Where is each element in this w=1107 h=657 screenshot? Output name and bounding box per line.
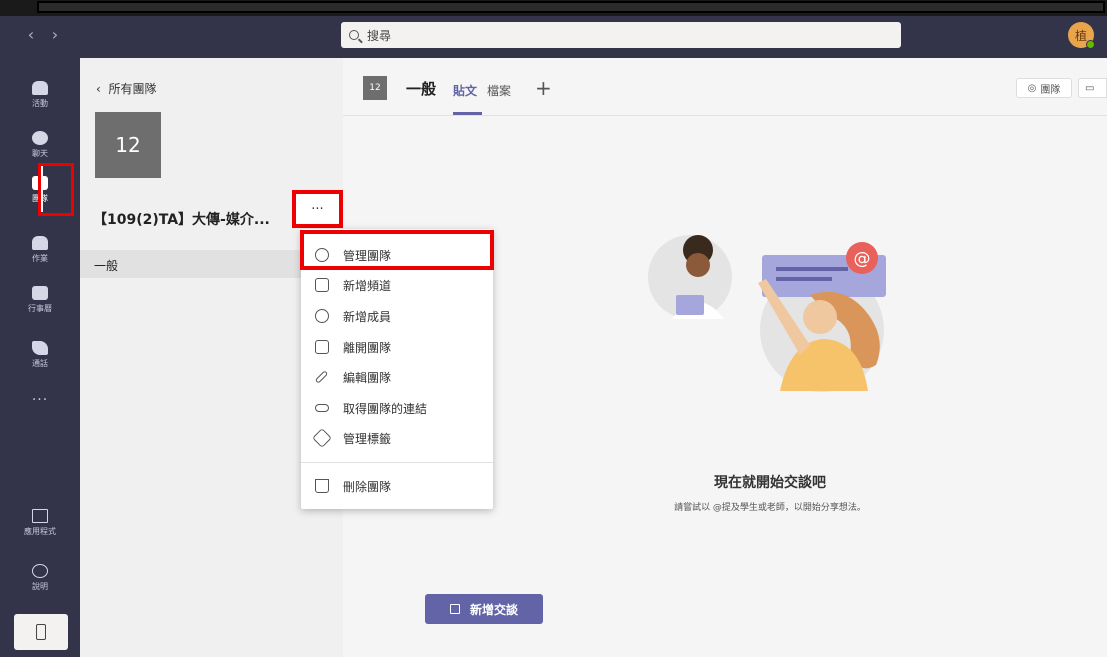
add-channel-icon xyxy=(315,278,329,292)
forward-arrow-icon[interactable]: › xyxy=(46,25,64,45)
all-teams-label: 所有團隊 xyxy=(108,82,157,96)
back-arrow-icon[interactable]: ‹ xyxy=(22,25,40,45)
tab-posts[interactable]: 貼文 xyxy=(453,82,477,99)
menu-item-label: 編輯團隊 xyxy=(343,370,392,385)
backpack-icon xyxy=(32,236,48,250)
team-view-button[interactable]: ◎ 團隊 xyxy=(1016,78,1072,98)
channel-tile: 12 xyxy=(363,76,387,100)
trash-icon xyxy=(315,479,329,493)
rail-item-help[interactable]: 說明 xyxy=(0,553,80,603)
mobile-phone-icon xyxy=(36,624,46,640)
download-mobile-button[interactable] xyxy=(14,614,68,650)
new-conversation-label: 新增交談 xyxy=(469,602,518,617)
title-strip xyxy=(0,0,1107,16)
meet-button[interactable]: ▭ xyxy=(1078,78,1107,98)
rail-item-calendar[interactable]: 行事曆 xyxy=(0,275,80,325)
rail-item-label: 應用程式 xyxy=(24,527,56,536)
avatar-initial: 植 xyxy=(1074,28,1087,43)
gear-icon xyxy=(315,248,329,262)
rail-item-activity[interactable]: 活動 xyxy=(0,70,80,120)
rail-item-label: 說明 xyxy=(32,582,48,591)
menu-divider xyxy=(301,462,493,463)
add-tab-button[interactable]: + xyxy=(535,76,552,100)
chevron-left-icon: ‹ xyxy=(96,82,109,96)
menu-item-manage-tags[interactable]: 管理標籤 xyxy=(301,423,493,453)
rail-item-label: 通話 xyxy=(32,359,48,368)
new-conversation-button[interactable]: 新增交談 xyxy=(425,594,543,624)
rail-item-assignments[interactable]: 作業 xyxy=(0,225,80,275)
compose-icon xyxy=(449,604,460,614)
menu-item-delete-team[interactable]: 刪除團隊 xyxy=(301,471,493,501)
presence-status-icon xyxy=(1086,40,1095,49)
channel-label: 一般 xyxy=(94,259,119,273)
team-more-options-button[interactable]: ··· xyxy=(292,190,343,228)
menu-item-get-link[interactable]: 取得團隊的連結 xyxy=(301,393,493,423)
rail-item-chat[interactable]: 聊天 xyxy=(0,120,80,170)
leave-icon xyxy=(315,340,329,354)
search-placeholder: 搜尋 xyxy=(367,28,392,43)
rail-item-calls[interactable]: 通話 xyxy=(0,330,80,380)
add-member-icon xyxy=(315,309,329,323)
team-button-label: 團隊 xyxy=(1040,84,1061,96)
menu-item-label: 新增頻道 xyxy=(343,278,392,293)
apps-icon xyxy=(32,509,48,523)
tab-files[interactable]: 檔案 xyxy=(487,82,511,99)
more-apps-button[interactable]: ··· xyxy=(0,392,80,408)
search-input[interactable]: 搜尋 xyxy=(341,22,901,48)
help-icon xyxy=(32,564,48,578)
active-tab-underline xyxy=(453,112,482,115)
link-icon xyxy=(315,404,329,412)
menu-item-add-channel[interactable]: 新增頻道 xyxy=(301,270,493,300)
menu-item-label: 新增成員 xyxy=(343,309,392,324)
menu-item-edit-team[interactable]: 編輯團隊 xyxy=(301,362,493,392)
phone-icon xyxy=(32,341,48,355)
rail-item-label: 活動 xyxy=(32,99,48,108)
all-teams-link[interactable]: ‹ 所有團隊 xyxy=(96,80,156,97)
active-indicator xyxy=(40,166,43,212)
empty-state-title: 現在就開始交談吧 xyxy=(714,475,826,491)
menu-item-label: 刪除團隊 xyxy=(343,479,392,494)
team-name: 【109(2)TA】大傳-媒介... xyxy=(93,212,270,228)
menu-item-label: 取得團隊的連結 xyxy=(343,401,428,416)
conversation-illustration: @ xyxy=(648,235,886,392)
rail-item-label: 聊天 xyxy=(32,149,48,158)
rail-item-apps[interactable]: 應用程式 xyxy=(0,498,80,548)
top-bar: ‹ › 搜尋 植 xyxy=(0,16,1107,58)
empty-state-subtitle: 請嘗試以 @提及學生或老師，以開始分享想法。 xyxy=(674,503,866,513)
menu-item-add-member[interactable]: 新增成員 xyxy=(301,301,493,331)
calendar-icon xyxy=(32,286,48,300)
channel-title: 一般 xyxy=(406,80,437,98)
tag-icon xyxy=(312,428,332,448)
menu-item-manage-team[interactable]: 管理團隊 xyxy=(301,240,493,270)
rail-item-label: 行事曆 xyxy=(28,304,52,313)
video-camera-icon: ▭ xyxy=(1085,82,1095,94)
search-icon xyxy=(349,30,359,40)
rail-item-label: 作業 xyxy=(32,254,48,263)
chat-icon xyxy=(32,131,48,145)
menu-item-leave-team[interactable]: 離開團隊 xyxy=(301,332,493,362)
eye-icon: ◎ xyxy=(1027,82,1037,94)
menu-item-label: 離開團隊 xyxy=(343,340,392,355)
avatar[interactable]: 植 xyxy=(1068,22,1095,49)
menu-item-label: 管理團隊 xyxy=(343,248,392,263)
bell-icon xyxy=(32,81,48,95)
team-tile: 12 xyxy=(95,112,161,178)
menu-item-label: 管理標籤 xyxy=(343,431,392,446)
pencil-icon xyxy=(314,370,329,384)
svg-text:@: @ xyxy=(854,249,871,269)
